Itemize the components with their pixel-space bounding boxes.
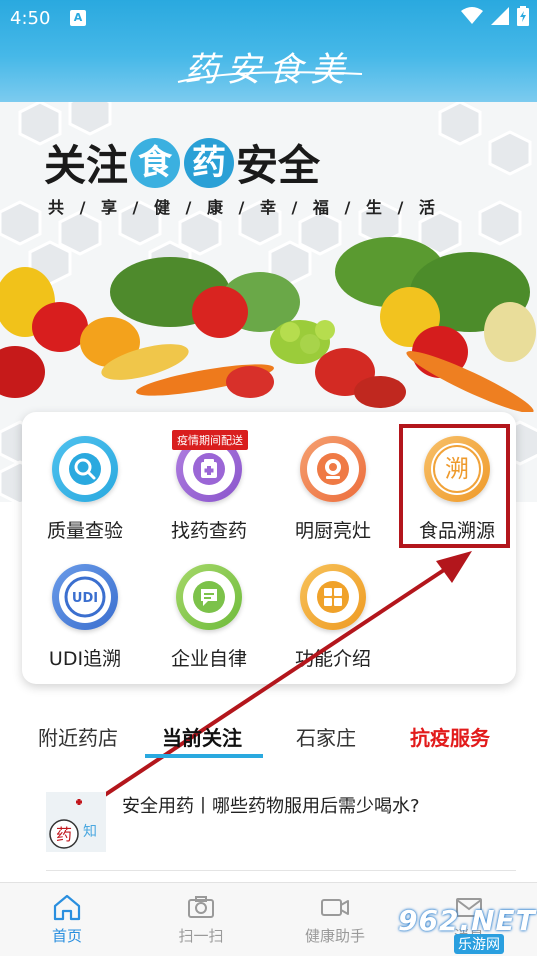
watermark-main: 962.NET [398,904,536,937]
nav-label: 健康助手 [304,927,365,945]
svg-text:知: 知 [83,823,97,840]
tab-epidemic-service[interactable]: 抗疫服务 [410,722,490,751]
nav-health-assistant[interactable]: 健康助手 [290,893,380,946]
active-tab-indicator [145,754,263,758]
tab-current-focus[interactable]: 当前关注 [162,722,242,751]
nav-home[interactable]: 首页 [22,893,112,946]
nav-scan[interactable]: 扫一扫 [156,893,246,946]
nav-label: 首页 [51,927,82,945]
tab-nearby-pharmacy[interactable]: 附近药店 [38,722,118,751]
video-icon [321,899,349,916]
divider [46,870,516,871]
home-icon [53,894,81,921]
tab-shijiazhuang[interactable]: 石家庄 [296,722,356,751]
category-tabs: 附近药店 当前关注 石家庄 抗疫服务 [0,712,537,760]
news-title: 安全用药丨哪些药物服用后需少喝水? [122,796,420,817]
news-thumbnail: 药 知 [46,792,106,852]
watermark-sub: 乐游网 [454,934,504,954]
nav-label: 扫一扫 [178,927,224,945]
svg-text:药: 药 [56,825,72,844]
news-item[interactable]: 药 知 安全用药丨哪些药物服用后需少喝水? [46,792,516,862]
medicine-thumb-icon: 药 知 [46,792,106,852]
watermark-logo: 962.NET 乐游网 [398,904,535,954]
camera-icon [188,896,214,918]
